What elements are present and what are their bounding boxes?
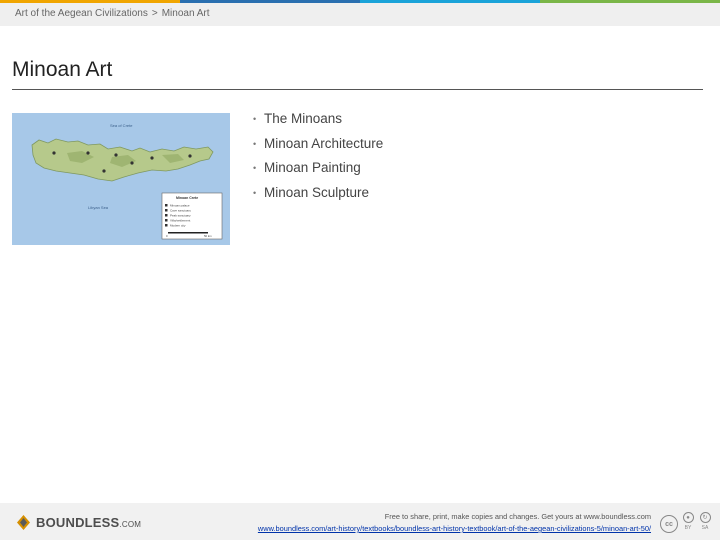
cc-sa-block: ↻ SA: [698, 512, 712, 531]
site-marker: [52, 151, 56, 155]
legend-title: Minoan Crete: [176, 196, 198, 200]
share-notice: Free to share, print, make copies and ch…: [384, 512, 651, 521]
topic-item-minoan-painting[interactable]: • Minoan Painting: [253, 159, 383, 184]
scale-bar: [168, 232, 208, 234]
topic-label[interactable]: Minoan Painting: [264, 160, 361, 175]
cc-sa-label: SA: [701, 525, 709, 531]
logo-suffix: .COM: [119, 520, 142, 529]
bullet-icon: •: [253, 138, 257, 149]
breadcrumb-parent[interactable]: Art of the Aegean Civilizations: [15, 8, 148, 19]
legend-swatch: [165, 204, 168, 207]
legend-swatch: [165, 224, 168, 227]
map-of-crete-icon: Sea of Crete Libyan Sea Minoan Crete Min…: [12, 113, 230, 245]
topic-item-minoan-architecture[interactable]: • Minoan Architecture: [253, 135, 383, 160]
topic-label[interactable]: Minoan Sculpture: [264, 185, 369, 200]
legend-item: Villa/settlement: [170, 219, 190, 223]
sea-label-south: Libyan Sea: [88, 205, 109, 210]
share-alike-icon: ↻: [699, 512, 711, 523]
source-url-link[interactable]: www.boundless.com/art-history/textbooks/…: [258, 523, 651, 535]
scale-end: 50 km: [204, 234, 212, 238]
legend-item: Peak sanctuary: [170, 214, 191, 218]
legend-item: Modern city: [170, 224, 186, 228]
legend-item: Minoan palace: [170, 204, 190, 208]
crete-map-image: Sea of Crete Libyan Sea Minoan Crete Min…: [12, 113, 230, 245]
person-icon: ●: [682, 512, 694, 523]
topic-label[interactable]: The Minoans: [264, 111, 342, 126]
sea-label-north: Sea of Crete: [110, 123, 133, 128]
legend-item: Cave sanctuary: [170, 209, 191, 213]
title-divider: [12, 89, 703, 90]
page-title: Minoan Art: [12, 58, 113, 81]
topic-list: • The Minoans • Minoan Architecture • Minoa…: [253, 110, 383, 208]
footer-text: Free to share, print, make copies and ch…: [258, 511, 651, 535]
footer: BOUNDLESS.COM Free to share, print, make…: [0, 503, 720, 540]
topic-item-minoan-sculpture[interactable]: • Minoan Sculpture: [253, 184, 383, 209]
topic-item-the-minoans[interactable]: • The Minoans: [253, 110, 383, 135]
legend-swatch: [165, 219, 168, 222]
legend-swatch: [165, 214, 168, 217]
bullet-icon: •: [253, 163, 257, 173]
site-marker: [150, 156, 154, 160]
boundless-logo-icon: [17, 515, 30, 530]
logo-wordmark: BOUNDLESS.COM: [36, 515, 141, 530]
breadcrumb: Art of the Aegean Civilizations > Minoan A…: [15, 8, 210, 19]
site-marker: [130, 161, 134, 165]
breadcrumb-bar: Art of the Aegean Civilizations > Minoan A…: [0, 3, 720, 26]
cc-by-block: ● BY: [681, 512, 695, 531]
bullet-icon: •: [253, 114, 257, 124]
logo-word: BOUNDLESS: [36, 515, 120, 530]
bullet-icon: •: [253, 187, 257, 198]
cc-by-sa-icon[interactable]: cc ● BY ↻ SA: [660, 512, 712, 533]
topic-label[interactable]: Minoan Architecture: [264, 136, 383, 151]
site-marker: [86, 151, 90, 155]
legend-swatch: [165, 209, 168, 212]
breadcrumb-separator: >: [151, 8, 158, 19]
site-marker: [188, 154, 192, 158]
breadcrumb-current: Minoan Art: [161, 8, 210, 19]
boundless-logo[interactable]: BOUNDLESS.COM: [15, 514, 141, 531]
cc-icon: cc: [660, 515, 678, 533]
site-marker: [114, 153, 118, 157]
cc-by-label: BY: [684, 525, 692, 531]
site-marker: [102, 169, 106, 173]
